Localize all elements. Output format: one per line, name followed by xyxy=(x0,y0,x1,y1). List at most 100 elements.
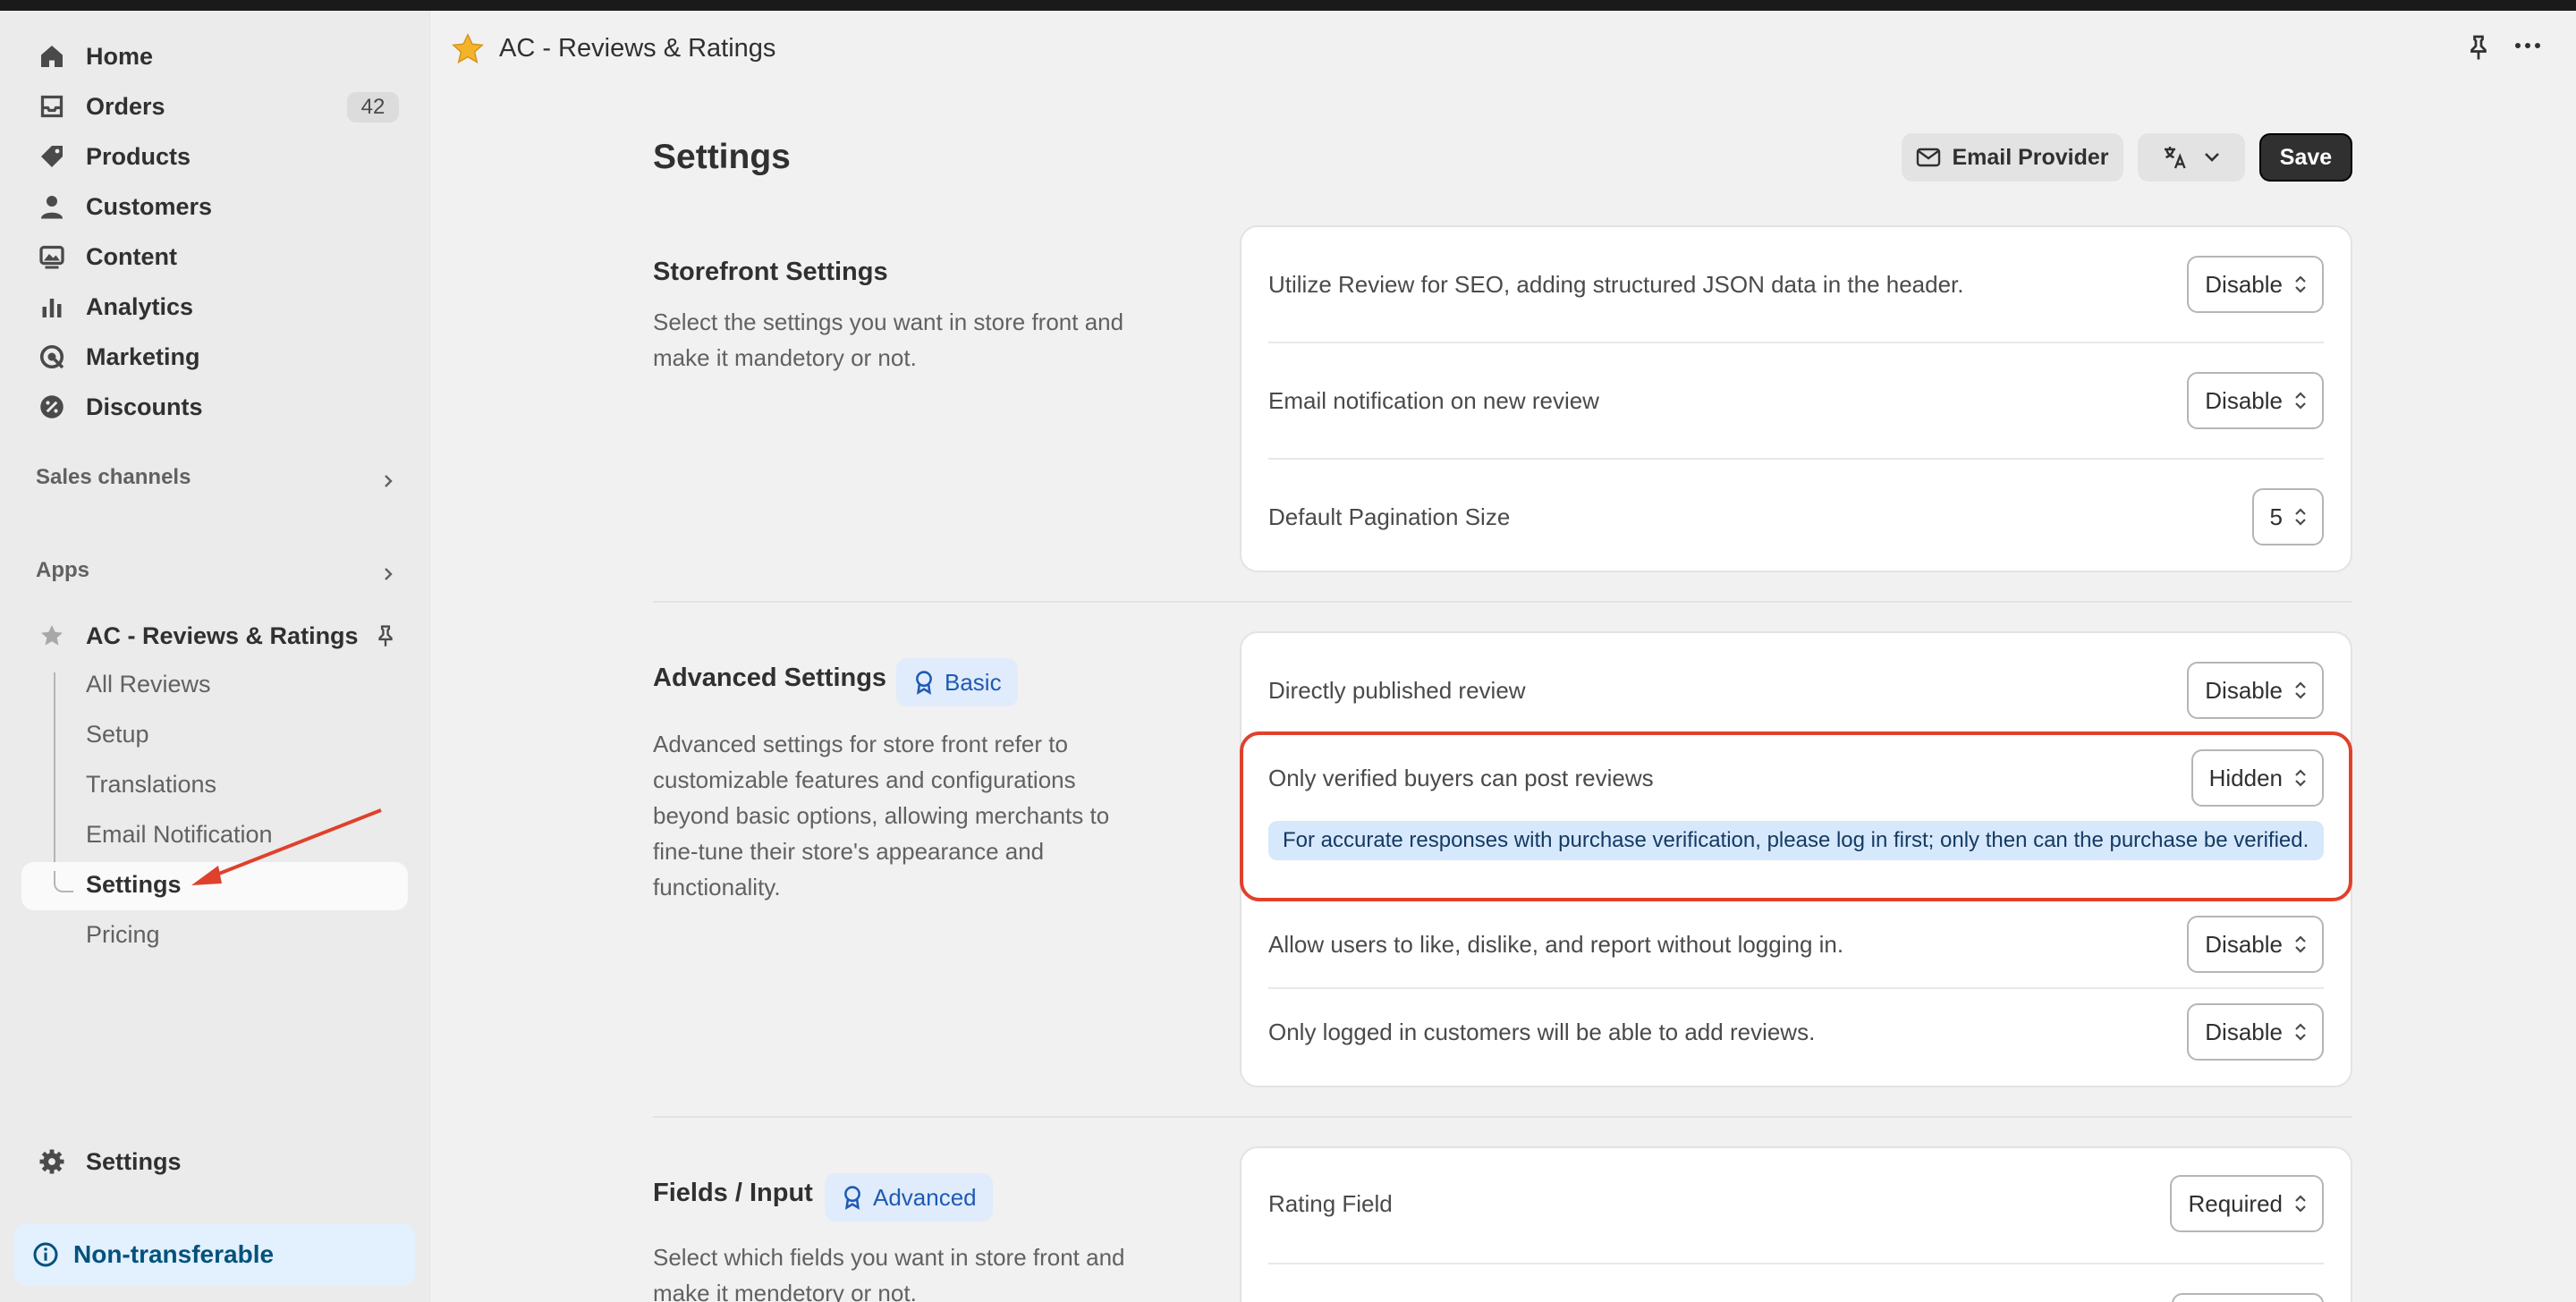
select-value: Required xyxy=(2188,1189,2283,1217)
sales-channels-heading[interactable]: Sales channels xyxy=(36,465,191,490)
non-transferable-label: Non-transferable xyxy=(73,1240,275,1268)
nav-products[interactable]: Products xyxy=(21,134,408,179)
tree-line xyxy=(54,672,55,894)
anonymous-reactions-select[interactable]: Disable xyxy=(2187,916,2324,973)
setting-row: Directly published review Disable xyxy=(1268,662,2324,719)
nav-products-label: Products xyxy=(86,142,191,170)
app-reviews-ratings[interactable]: AC - Reviews & Ratings xyxy=(21,613,408,658)
pagination-size-select[interactable]: 5 xyxy=(2251,488,2324,545)
discount-icon xyxy=(36,391,68,423)
plan-tag-basic: Basic xyxy=(896,658,1018,706)
nav-settings[interactable]: Settings xyxy=(21,1139,408,1184)
nav-customers-label: Customers xyxy=(86,192,213,220)
email-notification-select[interactable]: Disable xyxy=(2187,372,2324,429)
target-icon xyxy=(36,341,68,373)
row-divider xyxy=(1268,458,2324,460)
info-icon xyxy=(32,1241,59,1268)
seo-select[interactable]: Disable xyxy=(2187,256,2324,313)
storefront-heading: Storefront Settings xyxy=(653,258,888,286)
pin-icon[interactable] xyxy=(2465,34,2492,65)
storefront-description: Select the settings you want in store fr… xyxy=(653,309,1124,371)
rating-field-select[interactable]: Required xyxy=(2170,1175,2324,1232)
setting-label: Utilize Review for SEO, adding structure… xyxy=(1268,270,1964,298)
nav-home[interactable]: Home xyxy=(21,34,408,79)
gear-icon xyxy=(36,1146,68,1178)
setting-label: Allow users to like, dislike, and report… xyxy=(1268,930,1844,958)
select-value: 5 xyxy=(2269,503,2283,530)
select-value: Disable xyxy=(2205,386,2283,414)
nav-marketing[interactable]: Marketing xyxy=(21,334,408,379)
row-divider xyxy=(1268,1263,2324,1264)
setting-row: Email notification on new review Disable xyxy=(1268,372,2324,429)
sub-all-reviews[interactable]: All Reviews xyxy=(86,671,211,698)
ribbon-icon xyxy=(912,670,936,695)
chevron-down-icon xyxy=(2203,151,2221,164)
logged-in-only-select[interactable]: Disable xyxy=(2187,1003,2324,1061)
sub-translations[interactable]: Translations xyxy=(86,771,216,799)
setting-label: Rating Field xyxy=(1268,1189,1393,1217)
select-chevron-icon xyxy=(2293,1020,2308,1044)
select-chevron-icon xyxy=(2293,273,2308,296)
save-button[interactable]: Save xyxy=(2259,133,2352,182)
bar-chart-icon xyxy=(36,291,68,323)
nav-analytics-label: Analytics xyxy=(86,292,194,320)
nav-content[interactable]: Content xyxy=(21,234,408,279)
annotation-arrow xyxy=(191,808,382,885)
app-name-label: AC - Reviews & Ratings xyxy=(86,621,359,649)
section-divider xyxy=(653,601,2352,603)
select-value: Disable xyxy=(2205,1018,2283,1045)
plan-tag-label: Advanced xyxy=(873,1183,977,1211)
nav-orders-label: Orders xyxy=(86,92,165,120)
setting-row: Only logged in customers will be able to… xyxy=(1268,1003,2324,1061)
chevron-right-icon[interactable] xyxy=(379,472,397,490)
next-field-select[interactable] xyxy=(2172,1293,2324,1302)
nav-discounts[interactable]: Discounts xyxy=(21,385,408,429)
star-icon xyxy=(36,620,68,652)
nav-customers[interactable]: Customers xyxy=(21,184,408,229)
image-icon xyxy=(36,241,68,273)
nav-analytics[interactable]: Analytics xyxy=(21,284,408,329)
setting-label: Directly published review xyxy=(1268,676,1526,704)
sub-pricing[interactable]: Pricing xyxy=(86,921,160,949)
more-options-icon[interactable] xyxy=(2513,39,2542,56)
direct-publish-select[interactable]: Disable xyxy=(2187,662,2324,719)
select-chevron-icon xyxy=(2293,933,2308,956)
ribbon-icon xyxy=(841,1185,864,1210)
apps-heading[interactable]: Apps xyxy=(36,558,89,583)
setting-label: Only logged in customers will be able to… xyxy=(1268,1018,1816,1045)
tree-hook xyxy=(54,871,73,892)
select-chevron-icon xyxy=(2293,389,2308,412)
app-title: AC - Reviews & Ratings xyxy=(499,34,776,63)
setting-row: Default Pagination Size 5 xyxy=(1268,488,2324,545)
section-divider xyxy=(653,1116,2352,1118)
home-icon xyxy=(36,40,68,72)
nav-orders[interactable]: Orders 42 xyxy=(21,84,408,129)
non-transferable-banner[interactable]: Non-transferable xyxy=(14,1223,415,1286)
select-value: Disable xyxy=(2205,676,2283,704)
sub-settings[interactable]: Settings xyxy=(86,871,182,899)
setting-label: Email notification on new review xyxy=(1268,386,1599,414)
translate-icon xyxy=(2162,144,2189,171)
setting-row: Allow users to like, dislike, and report… xyxy=(1268,916,2324,973)
star-icon xyxy=(451,32,485,71)
select-value: Disable xyxy=(2205,930,2283,958)
storefront-card: Utilize Review for SEO, adding structure… xyxy=(1240,225,2352,572)
annotation-highlight-box xyxy=(1240,731,2352,901)
select-chevron-icon xyxy=(2293,679,2308,702)
pin-icon[interactable] xyxy=(374,624,397,652)
nav-marketing-label: Marketing xyxy=(86,342,200,370)
email-provider-label: Email Provider xyxy=(1952,144,2109,170)
email-provider-button[interactable]: Email Provider xyxy=(1902,133,2123,182)
language-dropdown-button[interactable] xyxy=(2138,133,2245,182)
plan-tag-label: Basic xyxy=(945,668,1002,696)
envelope-icon xyxy=(1916,148,1941,167)
sub-setup[interactable]: Setup xyxy=(86,721,149,748)
row-divider xyxy=(1268,987,2324,989)
select-chevron-icon xyxy=(2293,1192,2308,1215)
nav-discounts-label: Discounts xyxy=(86,393,203,420)
chevron-right-icon[interactable] xyxy=(379,565,397,583)
select-value: Disable xyxy=(2205,270,2283,298)
nav-content-label: Content xyxy=(86,242,177,270)
setting-row: Utilize Review for SEO, adding structure… xyxy=(1268,256,2324,313)
fields-card: Rating Field Required xyxy=(1240,1146,2352,1302)
